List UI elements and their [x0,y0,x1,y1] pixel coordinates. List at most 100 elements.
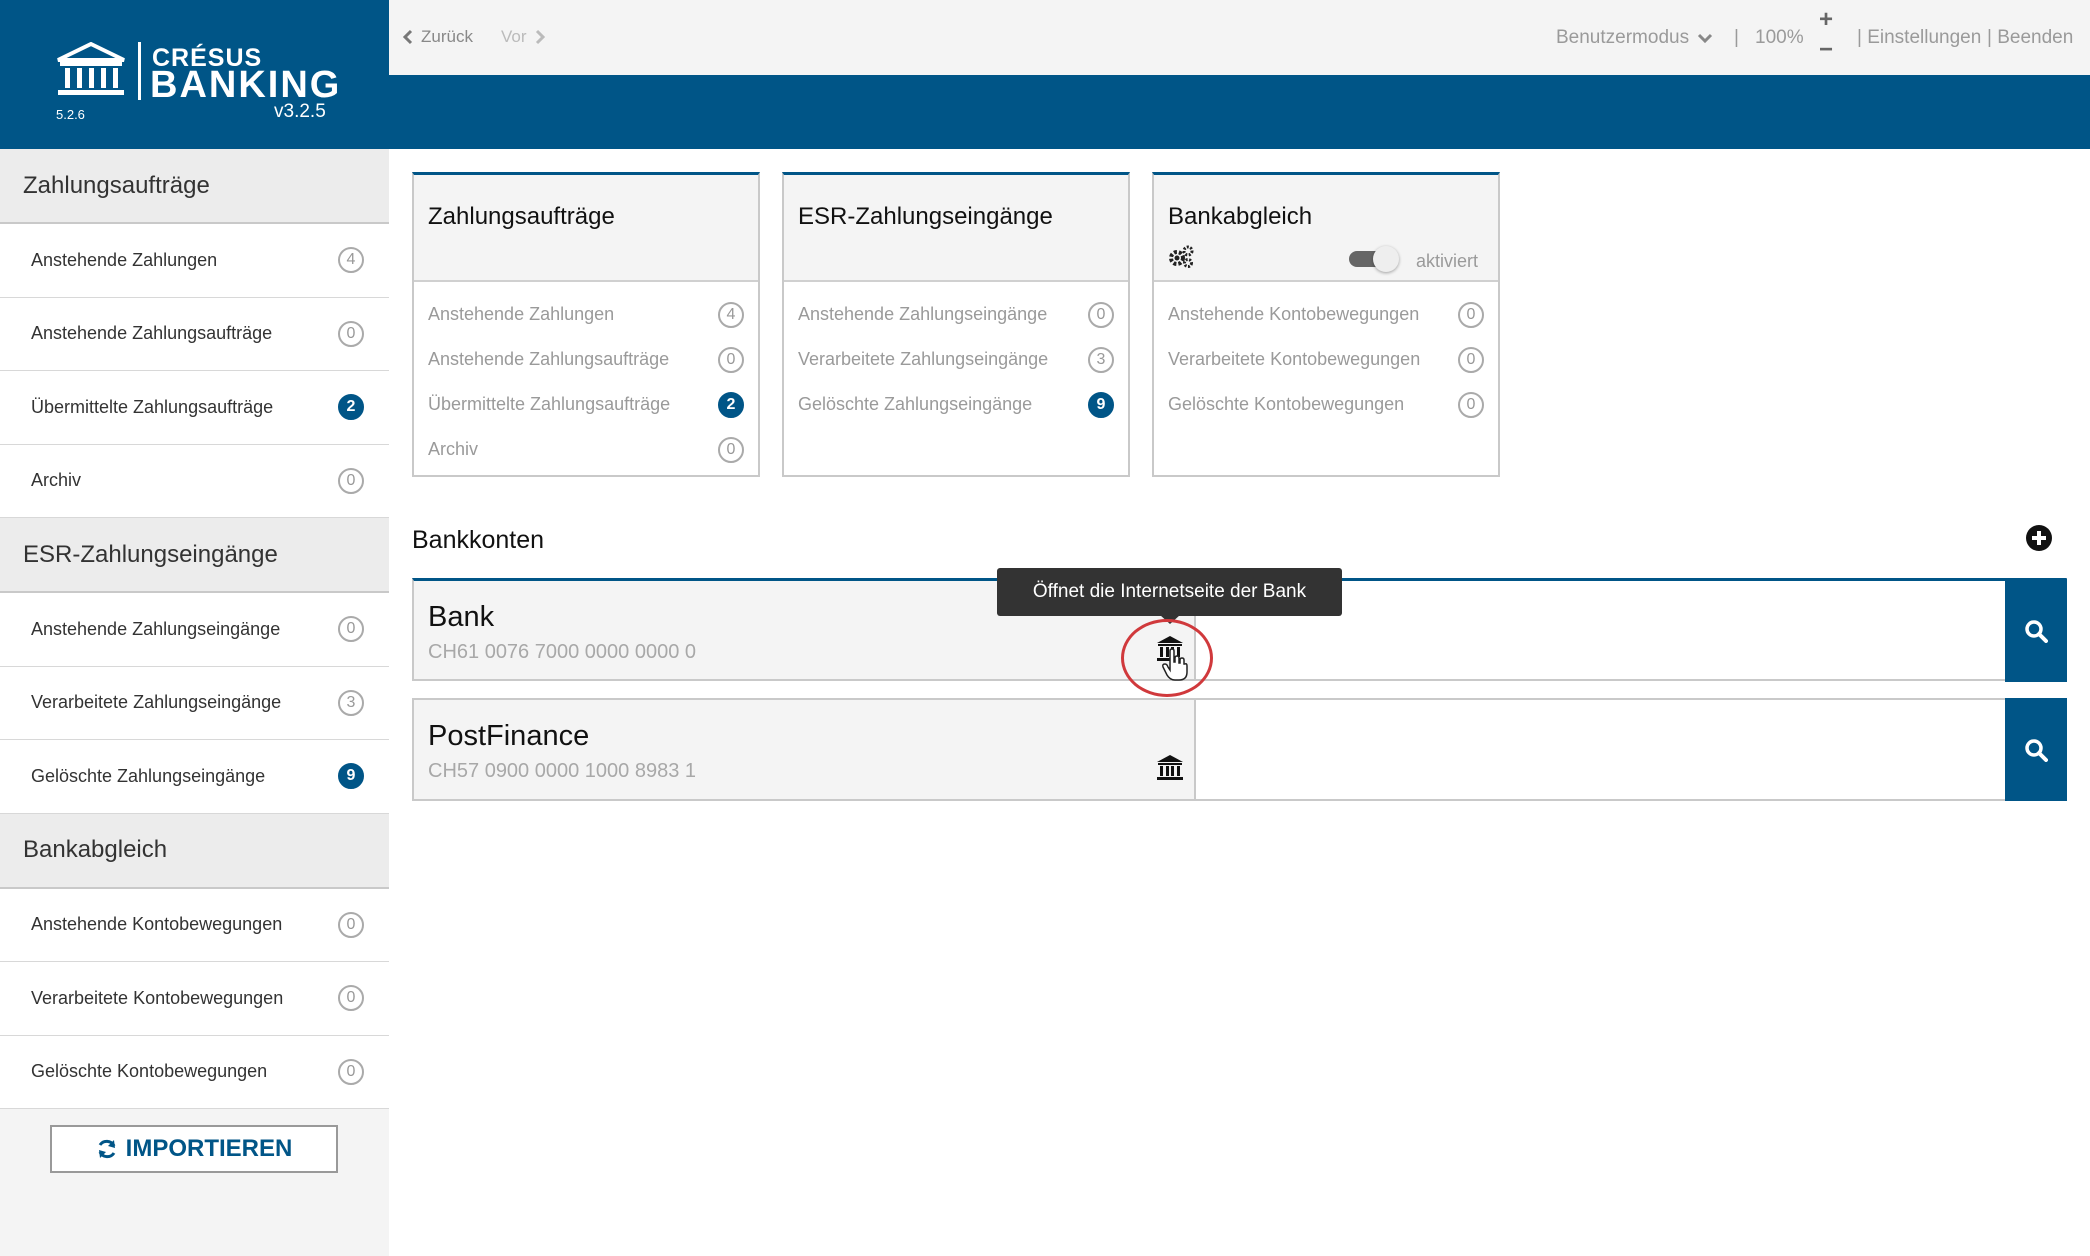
zoom-in-button[interactable]: + [1819,6,1833,34]
card-row-label: Anstehende Zahlungsaufträge [428,349,670,369]
count-badge: 0 [338,467,364,494]
card-title: Zahlungsaufträge [428,203,615,230]
sidebar-item-label: Anstehende Zahlungen [31,249,218,270]
header-band [389,75,2090,149]
count-badge: 0 [1088,301,1114,328]
sidebar-item-label: Übermittelte Zahlungsaufträge [31,396,274,417]
hand-cursor-icon [1162,648,1188,681]
mode-dropdown[interactable]: Benutzermodus [1556,27,1713,49]
sidebar-section-title[interactable]: ESR-Zahlungseingänge [0,518,389,593]
card-row[interactable]: Anstehende Zahlungen 4 [414,292,758,337]
settings-link[interactable]: | Einstellungen [1857,27,1981,49]
sidebar-section-title[interactable]: Bankabgleich [0,813,389,889]
zoom-separator: | [1734,27,1739,48]
card-bankabgleich: Bankabgleich aktiviert Anstehende Kontob… [1152,172,1500,477]
toggle-label: aktiviert [1416,251,1479,271]
version-small: 5.2.6 [56,107,85,122]
account-iban: CH57 0900 0000 1000 8983 1 [428,760,697,782]
card-row[interactable]: Archiv 0 [414,427,758,472]
card-row-label: Gelöschte Zahlungseingänge [798,394,1033,414]
back-button[interactable]: Zurück [403,27,473,47]
card-zahlungsauftraege: Zahlungsaufträge Anstehende Zahlungen 4 A… [412,172,760,477]
sidebar-item-label: Gelöschte Kontobewegungen [31,1061,268,1082]
count-badge: 0 [1458,301,1484,328]
count-badge: 2 [338,394,364,421]
card-row[interactable]: Verarbeitete Zahlungseingänge 3 [784,337,1128,382]
top-bar: Zurück Vor Benutzermodus | 100% + − | Ei… [389,0,2090,75]
count-badge: 0 [1458,391,1484,418]
card-row[interactable]: Übermittelte Zahlungsaufträge 2 [414,382,758,427]
account-name: PostFinance [428,720,590,752]
count-badge: 0 [338,320,364,347]
sidebar-item-verarbeitete-kontobewegungen[interactable]: Verarbeitete Kontobewegungen 0 [0,962,389,1036]
sidebar-item-label: Verarbeitete Zahlungseingänge [31,692,282,713]
app-logo: CRÉSUS BANKING 5.2.6 v3.2.5 [0,0,389,149]
search-button[interactable] [2005,698,2067,801]
card-row-label: Verarbeitete Zahlungseingänge [798,349,1049,369]
card-row[interactable]: Anstehende Kontobewegungen 0 [1154,292,1498,337]
add-account-icon[interactable] [2025,524,2053,552]
count-badge: 2 [718,391,744,418]
card-row-label: Anstehende Zahlungen [428,304,615,324]
sidebar-item-label: Anstehende Zahlungseingänge [31,618,281,639]
sidebar: Zahlungsaufträge Anstehende Zahlungen 4 … [0,149,389,1256]
reconciliation-toggle[interactable] [1349,245,1403,272]
mode-label: Benutzermodus [1556,27,1690,48]
count-badge: 3 [338,689,364,716]
sidebar-item-verarbeitete-zahlungseingaenge[interactable]: Verarbeitete Zahlungseingänge 3 [0,666,389,740]
card-row-label: Archiv [428,439,479,459]
count-badge: 0 [338,1058,364,1085]
app-version: v3.2.5 [274,101,326,122]
count-badge: 0 [338,985,364,1012]
account-row-postfinance[interactable]: PostFinance CH57 0900 0000 1000 8983 1 [412,698,2067,801]
chevron-down-icon [1698,33,1713,43]
sidebar-section-title[interactable]: Zahlungsaufträge [0,149,389,224]
forward-button[interactable]: Vor [501,27,545,47]
quit-link[interactable]: | Beenden [1987,27,2073,49]
card-row[interactable]: Verarbeitete Kontobewegungen 0 [1154,337,1498,382]
tooltip: Öffnet die Internetseite der Bank [997,568,1342,616]
sidebar-item-uebermittelte-zahlungsauftraege[interactable]: Übermittelte Zahlungsaufträge 2 [0,371,389,445]
card-row[interactable]: Anstehende Zahlungsaufträge 0 [414,337,758,382]
sidebar-item-label: Anstehende Zahlungsaufträge [31,323,273,344]
import-button[interactable]: IMPORTIEREN [50,1125,338,1173]
card-title: ESR-Zahlungseingänge [798,203,1053,230]
sidebar-item-anstehende-zahlungseingaenge[interactable]: Anstehende Zahlungseingänge 0 [0,593,389,667]
card-row[interactable]: Gelöschte Zahlungseingänge 9 [784,382,1128,427]
bank-logo-icon [57,42,125,95]
bank-accounts-title: Bankkonten [412,526,545,554]
account-iban: CH61 0076 7000 0000 0000 0 [428,641,697,663]
count-badge: 0 [718,436,744,463]
gears-icon[interactable] [1168,245,1194,269]
card-row-label: Anstehende Kontobewegungen [1168,304,1420,324]
card-title: Bankabgleich [1168,203,1313,230]
sidebar-item-archiv[interactable]: Archiv 0 [0,444,389,518]
back-label: Zurück [421,27,473,46]
zoom-out-button[interactable]: − [1819,36,1833,64]
sidebar-item-anstehende-zahlungsauftraege[interactable]: Anstehende Zahlungsaufträge 0 [0,297,389,371]
card-row[interactable]: Gelöschte Kontobewegungen 0 [1154,382,1498,427]
count-badge: 9 [338,763,364,790]
count-badge: 0 [1458,346,1484,373]
sidebar-item-anstehende-kontobewegungen[interactable]: Anstehende Kontobewegungen 0 [0,888,389,962]
card-row-label: Gelöschte Kontobewegungen [1168,394,1405,414]
forward-label: Vor [501,27,527,46]
sidebar-item-geloeschte-zahlungseingaenge[interactable]: Gelöschte Zahlungseingänge 9 [0,740,389,814]
count-badge: 3 [1088,346,1114,373]
search-button[interactable] [2005,579,2067,682]
import-label: IMPORTIEREN [125,1135,293,1162]
sidebar-item-geloeschte-kontobewegungen[interactable]: Gelöschte Kontobewegungen 0 [0,1035,389,1109]
chevron-left-icon [403,29,413,45]
card-row[interactable]: Anstehende Zahlungseingänge 0 [784,292,1128,337]
card-row-label: Anstehende Zahlungseingänge [798,304,1048,324]
count-badge: 4 [338,247,364,274]
sidebar-item-label: Anstehende Kontobewegungen [31,914,283,935]
card-row-label: Verarbeitete Kontobewegungen [1168,349,1421,369]
sidebar-item-label: Archiv [31,470,82,491]
sidebar-item-anstehende-zahlungen[interactable]: Anstehende Zahlungen 4 [0,224,389,298]
refresh-icon [98,1139,116,1159]
count-badge: 0 [718,346,744,373]
count-badge: 4 [718,301,744,328]
bank-website-icon[interactable] [1156,754,1184,782]
chevron-right-icon [535,29,545,45]
